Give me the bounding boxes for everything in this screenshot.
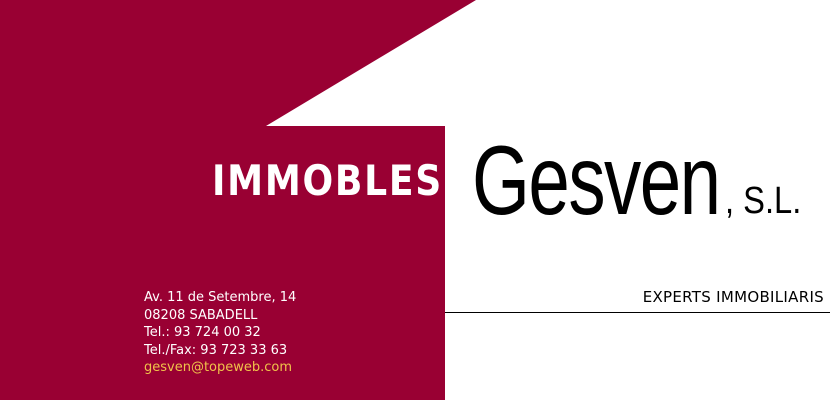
phone-line: Tel.: 93 724 00 32 — [144, 325, 261, 340]
divider-line — [445, 312, 830, 313]
header-tag: IMMOBLES — [212, 156, 444, 205]
city-line: 08208 SABADELL — [144, 307, 258, 323]
brand-logo: Gesven , S.L. — [472, 124, 802, 237]
fax-line: Tel./Fax: 93 723 33 63 — [144, 342, 288, 358]
address-line: Av. 11 de Setembre, 14 — [144, 290, 297, 305]
slogan: EXPERTS IMMOBILIARIS — [642, 288, 824, 306]
contact-block: Av. 11 de Setembre, 14 08208 SABADELL Te… — [144, 289, 296, 377]
landing-page: IMMOBLES Gesven , S.L. EXPERTS IMMOBILIA… — [0, 0, 830, 400]
brand-name: Gesven — [472, 125, 721, 235]
email-link[interactable]: gesven@topeweb.com — [144, 360, 292, 375]
brand-suffix: , S.L. — [725, 180, 802, 222]
